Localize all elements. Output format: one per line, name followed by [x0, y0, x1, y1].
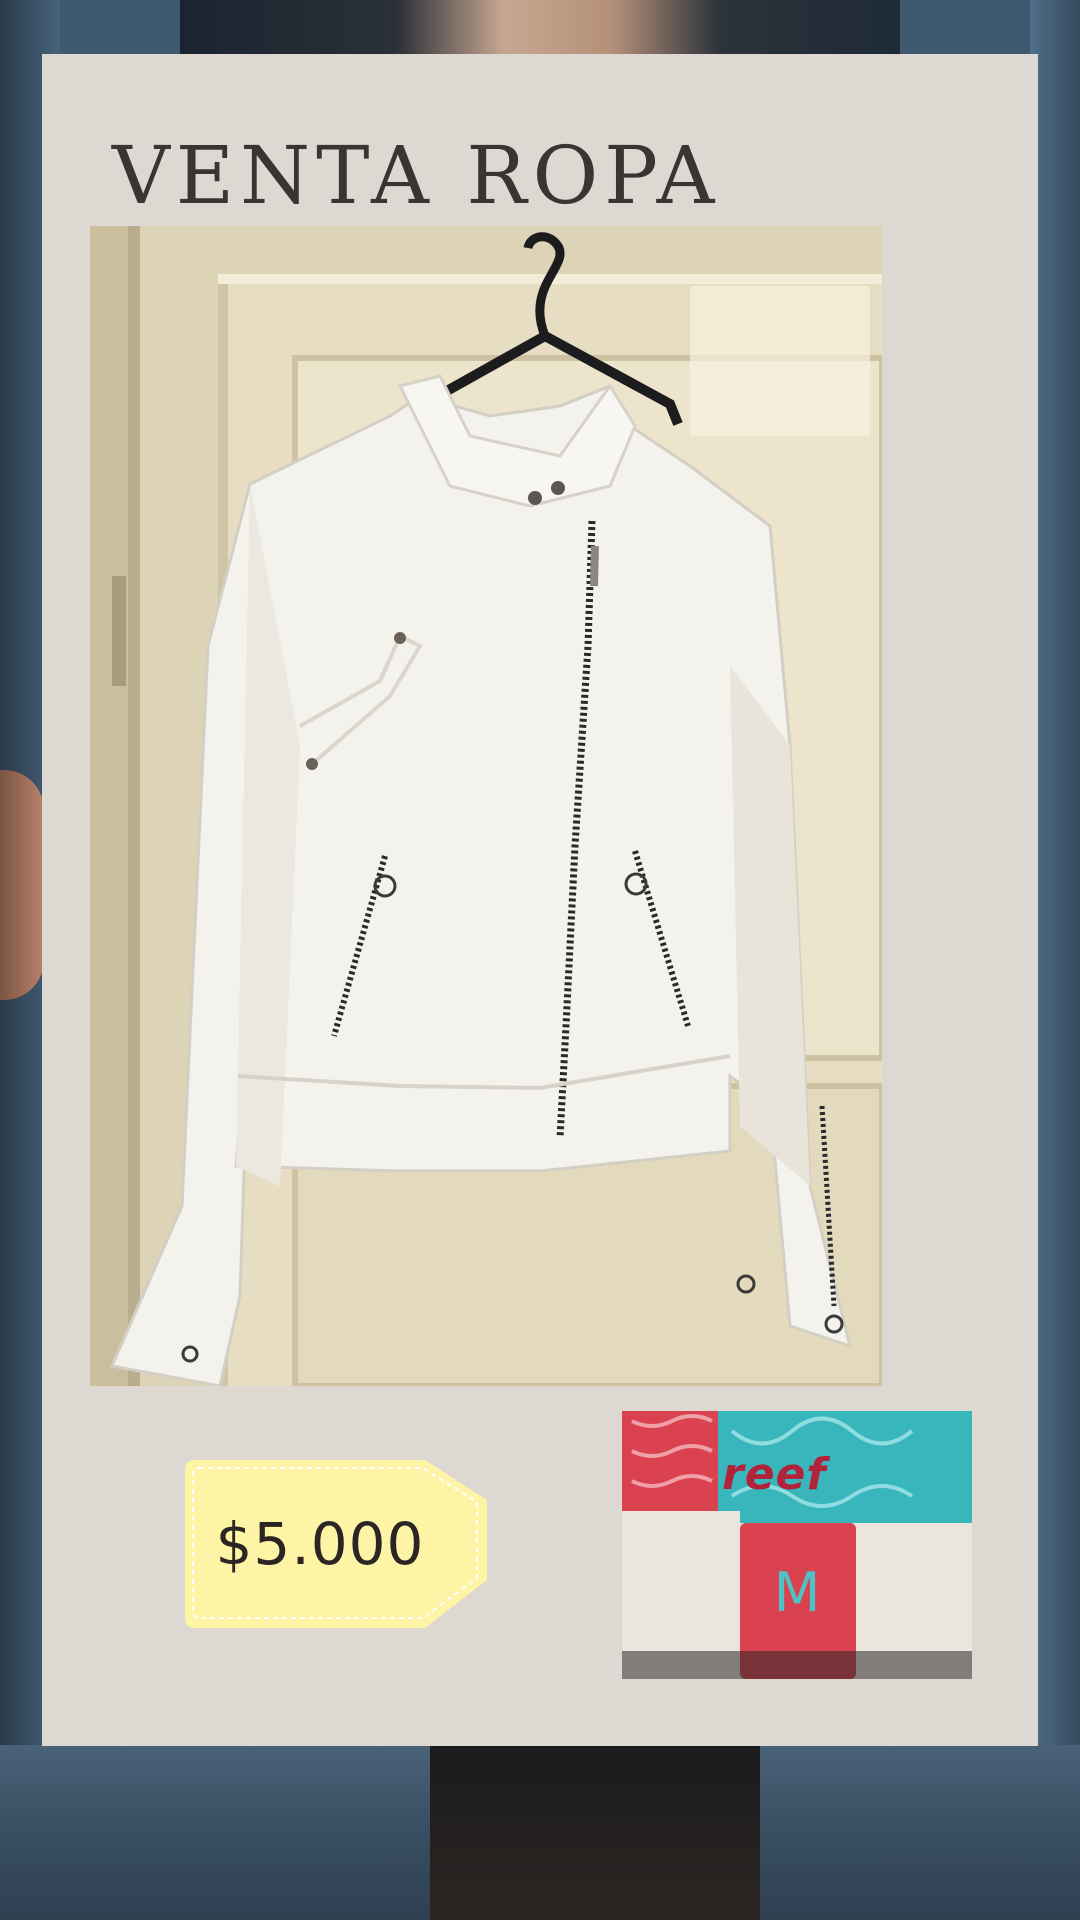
size-label-photo: reef M	[622, 1411, 972, 1679]
poster-title: VENTA ROPA	[112, 129, 721, 222]
size-label-text: M	[773, 1561, 821, 1624]
price-text: $5.000	[215, 1510, 425, 1578]
poster-card: VENTA ROPA $5.000 reef M	[42, 54, 1038, 1746]
price-tag: $5.000	[185, 1460, 487, 1628]
jacket-photo	[90, 226, 882, 1386]
brand-label-text: reef	[722, 1449, 827, 1500]
